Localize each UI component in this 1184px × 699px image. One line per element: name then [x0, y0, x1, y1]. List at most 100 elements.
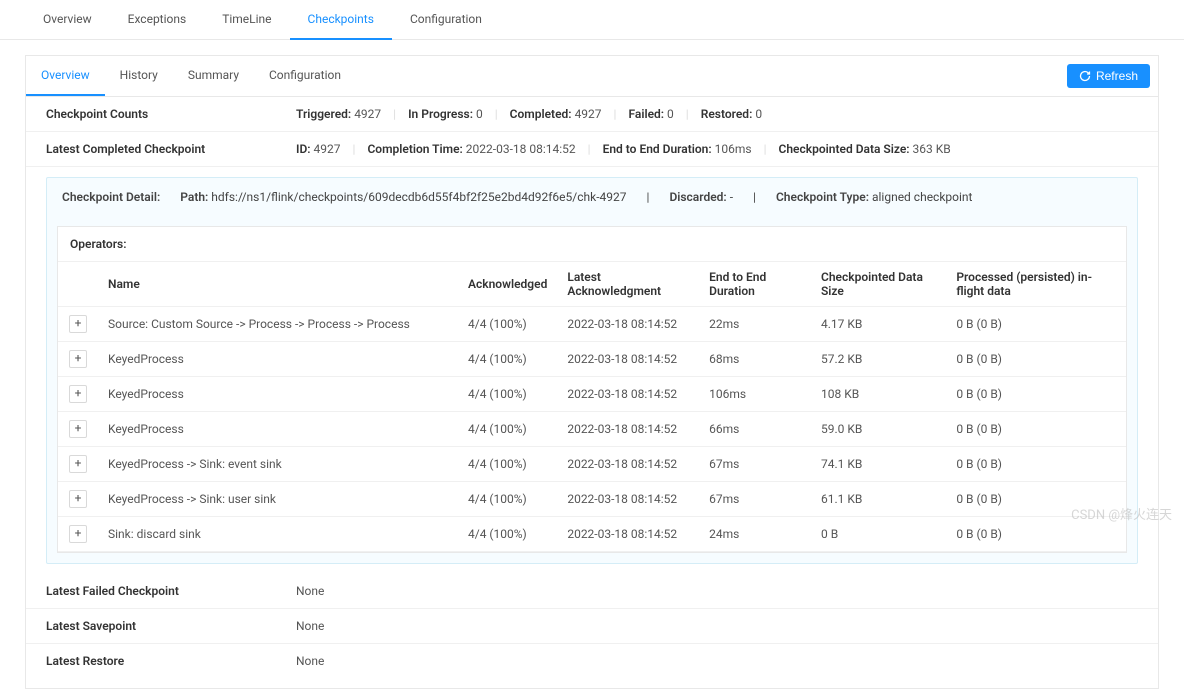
cell-size: 74.1 KB — [811, 447, 946, 482]
footer-value: None — [296, 654, 324, 668]
id-label: ID: — [296, 142, 311, 156]
inner-tab-history[interactable]: History — [105, 56, 173, 96]
refresh-icon — [1079, 70, 1091, 82]
cell-latest: 2022-03-18 08:14:52 — [557, 342, 699, 377]
cell-ack: 4/4 (100%) — [458, 447, 557, 482]
cell-dur: 67ms — [699, 447, 811, 482]
checkpoint-counts-title: Checkpoint Counts — [46, 107, 296, 121]
discarded-value: - — [730, 190, 733, 204]
cell-name: KeyedProcess — [98, 412, 458, 447]
table-row: + KeyedProcess4/4 (100%)2022-03-18 08:14:… — [58, 342, 1126, 377]
inprogress-label: In Progress: — [408, 107, 473, 121]
table-row: + Source: Custom Source -> Process -> Pro… — [58, 307, 1126, 342]
column-header: End to End Duration — [699, 262, 811, 307]
cell-inflight: 0 B (0 B) — [946, 482, 1126, 517]
restored-value: 0 — [755, 107, 762, 121]
e2e-value: 106ms — [715, 142, 752, 156]
restored-label: Restored: — [701, 107, 753, 121]
cell-inflight: 0 B (0 B) — [946, 342, 1126, 377]
expand-button[interactable]: + — [69, 350, 87, 368]
inner-tab-summary[interactable]: Summary — [173, 56, 254, 96]
column-header: Checkpointed Data Size — [811, 262, 946, 307]
operators-title: Operators: — [58, 227, 1126, 262]
cell-size: 57.2 KB — [811, 342, 946, 377]
type-label: Checkpoint Type: — [776, 190, 869, 204]
refresh-button[interactable]: Refresh — [1067, 64, 1150, 88]
inner-tab-overview[interactable]: Overview — [26, 56, 105, 96]
e2e-label: End to End Duration: — [603, 142, 712, 156]
column-header: Processed (persisted) in-flight data — [946, 262, 1126, 307]
inprogress-value: 0 — [476, 107, 483, 121]
completion-time-value: 2022-03-18 08:14:52 — [466, 142, 576, 156]
footer-row: Latest RestoreNone — [26, 644, 1158, 678]
outer-tab-timeline[interactable]: TimeLine — [204, 0, 289, 39]
expand-button[interactable]: + — [69, 490, 87, 508]
cell-size: 59.0 KB — [811, 412, 946, 447]
cell-name: Source: Custom Source -> Process -> Proc… — [98, 307, 458, 342]
cell-size: 108 KB — [811, 377, 946, 412]
expand-button[interactable]: + — [69, 420, 87, 438]
id-value: 4927 — [314, 142, 341, 156]
outer-tab-overview[interactable]: Overview — [25, 0, 110, 39]
outer-tab-checkpoints[interactable]: Checkpoints — [290, 0, 392, 40]
cell-size: 0 B — [811, 517, 946, 552]
detail-title: Checkpoint Detail: — [62, 190, 160, 204]
completed-value: 4927 — [575, 107, 602, 121]
cell-ack: 4/4 (100%) — [458, 342, 557, 377]
cell-name: KeyedProcess -> Sink: event sink — [98, 447, 458, 482]
cell-dur: 106ms — [699, 377, 811, 412]
path-value: hdfs://ns1/flink/checkpoints/609decdb6d5… — [211, 190, 626, 204]
cell-inflight: 0 B (0 B) — [946, 377, 1126, 412]
outer-tab-configuration[interactable]: Configuration — [392, 0, 500, 39]
completion-time-label: Completion Time: — [367, 142, 462, 156]
expand-button[interactable]: + — [69, 525, 87, 543]
completed-label: Completed: — [510, 107, 572, 121]
triggered-value: 4927 — [354, 107, 381, 121]
cell-name: Sink: discard sink — [98, 517, 458, 552]
cell-ack: 4/4 (100%) — [458, 482, 557, 517]
cell-latest: 2022-03-18 08:14:52 — [557, 447, 699, 482]
column-header: Acknowledged — [458, 262, 557, 307]
cell-dur: 67ms — [699, 482, 811, 517]
cell-inflight: 0 B (0 B) — [946, 447, 1126, 482]
cell-name: KeyedProcess — [98, 377, 458, 412]
expand-button[interactable]: + — [69, 455, 87, 473]
inner-tabs: OverviewHistorySummaryConfiguration — [26, 56, 356, 96]
table-row: +KeyedProcess -> Sink: user sink4/4 (100… — [58, 482, 1126, 517]
footer-row: Latest Failed CheckpointNone — [26, 574, 1158, 609]
checkpoint-counts-row: Checkpoint Counts Triggered: 4927| In Pr… — [26, 97, 1158, 132]
cell-latest: 2022-03-18 08:14:52 — [557, 482, 699, 517]
failed-value: 0 — [667, 107, 674, 121]
size-label: Checkpointed Data Size: — [779, 142, 910, 156]
cell-dur: 68ms — [699, 342, 811, 377]
table-row: + KeyedProcess4/4 (100%)2022-03-18 08:14:… — [58, 377, 1126, 412]
cell-latest: 2022-03-18 08:14:52 — [557, 377, 699, 412]
cell-latest: 2022-03-18 08:14:52 — [557, 517, 699, 552]
failed-label: Failed: — [628, 107, 664, 121]
refresh-label: Refresh — [1096, 69, 1138, 83]
footer-value: None — [296, 584, 324, 598]
latest-completed-row: Latest Completed Checkpoint ID: 4927| Co… — [26, 132, 1158, 167]
inner-tab-configuration[interactable]: Configuration — [254, 56, 356, 96]
cell-name: KeyedProcess — [98, 342, 458, 377]
cell-ack: 4/4 (100%) — [458, 377, 557, 412]
footer-value: None — [296, 619, 324, 633]
table-row: +KeyedProcess4/4 (100%)2022-03-18 08:14:… — [58, 412, 1126, 447]
cell-latest: 2022-03-18 08:14:52 — [557, 307, 699, 342]
triggered-label: Triggered: — [296, 107, 351, 121]
column-header: Name — [98, 262, 458, 307]
cell-dur: 66ms — [699, 412, 811, 447]
checkpoint-detail-box: Checkpoint Detail: Path: hdfs://ns1/flin… — [46, 177, 1138, 564]
cell-ack: 4/4 (100%) — [458, 307, 557, 342]
expand-button[interactable]: + — [69, 385, 87, 403]
table-row: + Sink: discard sink4/4 (100%)2022-03-18 … — [58, 517, 1126, 552]
cell-inflight: 0 B (0 B) — [946, 517, 1126, 552]
cell-ack: 4/4 (100%) — [458, 517, 557, 552]
cell-inflight: 0 B (0 B) — [946, 307, 1126, 342]
type-value: aligned checkpoint — [872, 190, 973, 204]
expand-button[interactable]: + — [69, 315, 87, 333]
latest-completed-title: Latest Completed Checkpoint — [46, 142, 296, 156]
outer-tab-exceptions[interactable]: Exceptions — [110, 0, 205, 39]
footer-label: Latest Failed Checkpoint — [46, 584, 296, 598]
discarded-label: Discarded: — [669, 190, 726, 204]
